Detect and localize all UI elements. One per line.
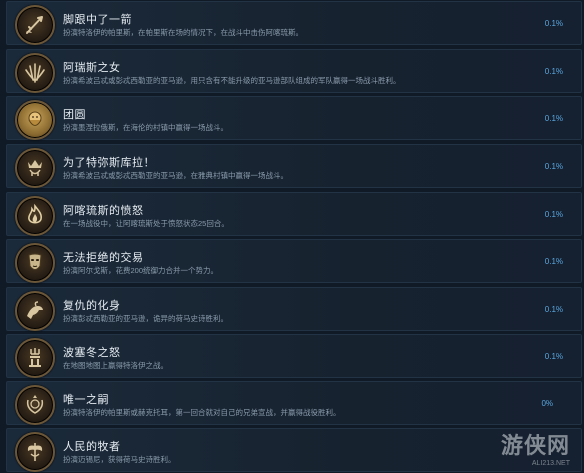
- achievement-row[interactable]: 脚跟中了一箭 扮演特洛伊的帕里斯，在帕里斯在场的情况下，在战斗中击伤阿喀琉斯。 …: [6, 1, 582, 45]
- achievement-row[interactable]: 复仇的化身 扮演彭忒西勒亚的亚马逊，诡异的荷马史诗胜利。 0.1%: [6, 287, 582, 331]
- arrow-heel-icon: [15, 5, 55, 45]
- achievement-list: 脚跟中了一箭 扮演特洛伊的帕里斯，在帕里斯在场的情况下，在战斗中击伤阿喀琉斯。 …: [0, 0, 584, 473]
- achievement-row[interactable]: 团圆 扮演墨涅拉俄斯，在海伦的村镇中赢得一场战斗。 0.1%: [6, 96, 582, 140]
- flame-icon: [15, 196, 55, 236]
- bearded-face-icon: [15, 100, 55, 140]
- trident-temple-icon: [15, 338, 55, 378]
- achievement-title: 阿喀琉斯的愤怒: [63, 205, 144, 217]
- achievement-description: 扮演阿尔戈斯，花费200统御力合并一个势力。: [63, 266, 219, 275]
- achievement-percent: 0.1%: [544, 114, 563, 123]
- achievement-title: 波塞冬之怒: [63, 347, 121, 359]
- achievement-description: 扮演墨涅拉俄斯，在海伦的村镇中赢得一场战斗。: [63, 123, 228, 132]
- achievement-title: 阿瑞斯之女: [63, 62, 121, 74]
- achievement-title: 为了特弥斯库拉！: [63, 157, 155, 169]
- achievement-percent: 0%: [541, 399, 553, 408]
- achievement-row[interactable]: 无法拒绝的交易 扮演阿尔戈斯，花费200统御力合并一个势力。 0.1%: [6, 239, 582, 283]
- mask-icon: [15, 243, 55, 283]
- achievement-title: 唯一之嗣: [63, 394, 109, 406]
- achievement-title: 团圆: [63, 109, 86, 121]
- achievement-row[interactable]: 唯一之嗣 扮演特洛伊的帕里斯或赫克托耳，第一回合就对自己的兄弟宣战，并赢得战役胜…: [6, 381, 582, 425]
- achievement-row[interactable]: 波塞冬之怒 在地图地图上赢得特洛伊之战。 0.1%: [6, 334, 582, 378]
- achievement-percent: 0.1%: [544, 67, 563, 76]
- olive-wreath-icon: [15, 385, 55, 425]
- watermark-main: 游侠网: [500, 433, 570, 459]
- achievement-title: 脚跟中了一箭: [63, 14, 132, 26]
- achievement-percent: 0.1%: [544, 257, 563, 266]
- achievement-row[interactable]: 阿喀琉斯的愤怒 在一场战役中，让阿喀琉斯处于愤怒状态25回合。 0.1%: [6, 192, 582, 236]
- achievement-percent: 0.1%: [544, 352, 563, 361]
- achievement-row[interactable]: 阿瑞斯之女 扮演希波吕忒或彭忒西勒亚的亚马逊，用只含有不能升级的亚马逊部队组成的…: [6, 49, 582, 93]
- achievement-title: 复仇的化身: [63, 300, 121, 312]
- watermark-sub: ALI213.NET: [531, 460, 570, 467]
- watermark-logo: 游侠网 ALI213.NET: [501, 428, 570, 467]
- griffin-icon: [15, 291, 55, 331]
- achievement-row[interactable]: 人民的牧者 扮演迈锡尼，获得荷马史诗胜利。: [6, 428, 582, 472]
- achievement-percent: 0.1%: [544, 19, 563, 28]
- achievement-percent: 0.1%: [544, 162, 563, 171]
- achievement-description: 扮演希波吕忒或彭忒西勒亚的亚马逊，用只含有不能升级的亚马逊部队组成的军队赢得一场…: [63, 76, 401, 85]
- achievement-description: 扮演迈锡尼，获得荷马史诗胜利。: [63, 455, 176, 464]
- achievement-row[interactable]: 为了特弥斯库拉！ 扮演希波吕忒或彭忒西勒亚的亚马逊，在雅典村镇中赢得一场战斗。 …: [6, 144, 582, 188]
- crowned-figure-icon: [15, 148, 55, 188]
- double-axe-icon: [15, 432, 55, 472]
- achievement-description: 扮演特洛伊的帕里斯，在帕里斯在场的情况下，在战斗中击伤阿喀琉斯。: [63, 28, 303, 37]
- achievement-description: 扮演希波吕忒或彭忒西勒亚的亚马逊，在雅典村镇中赢得一场战斗。: [63, 171, 288, 180]
- achievement-description: 在地图地图上赢得特洛伊之战。: [63, 361, 168, 370]
- achievement-title: 人民的牧者: [63, 441, 121, 453]
- achievement-percent: 0.1%: [544, 305, 563, 314]
- achievement-description: 扮演特洛伊的帕里斯或赫克托耳，第一回合就对自己的兄弟宣战，并赢得战役胜利。: [63, 408, 341, 417]
- achievement-percent: 0.1%: [544, 210, 563, 219]
- achievement-description: 扮演彭忒西勒亚的亚马逊，诡异的荷马史诗胜利。: [63, 314, 228, 323]
- achievement-description: 在一场战役中，让阿喀琉斯处于愤怒状态25回合。: [63, 219, 229, 228]
- achievement-title: 无法拒绝的交易: [63, 252, 144, 264]
- laurel-spears-icon: [15, 53, 55, 93]
